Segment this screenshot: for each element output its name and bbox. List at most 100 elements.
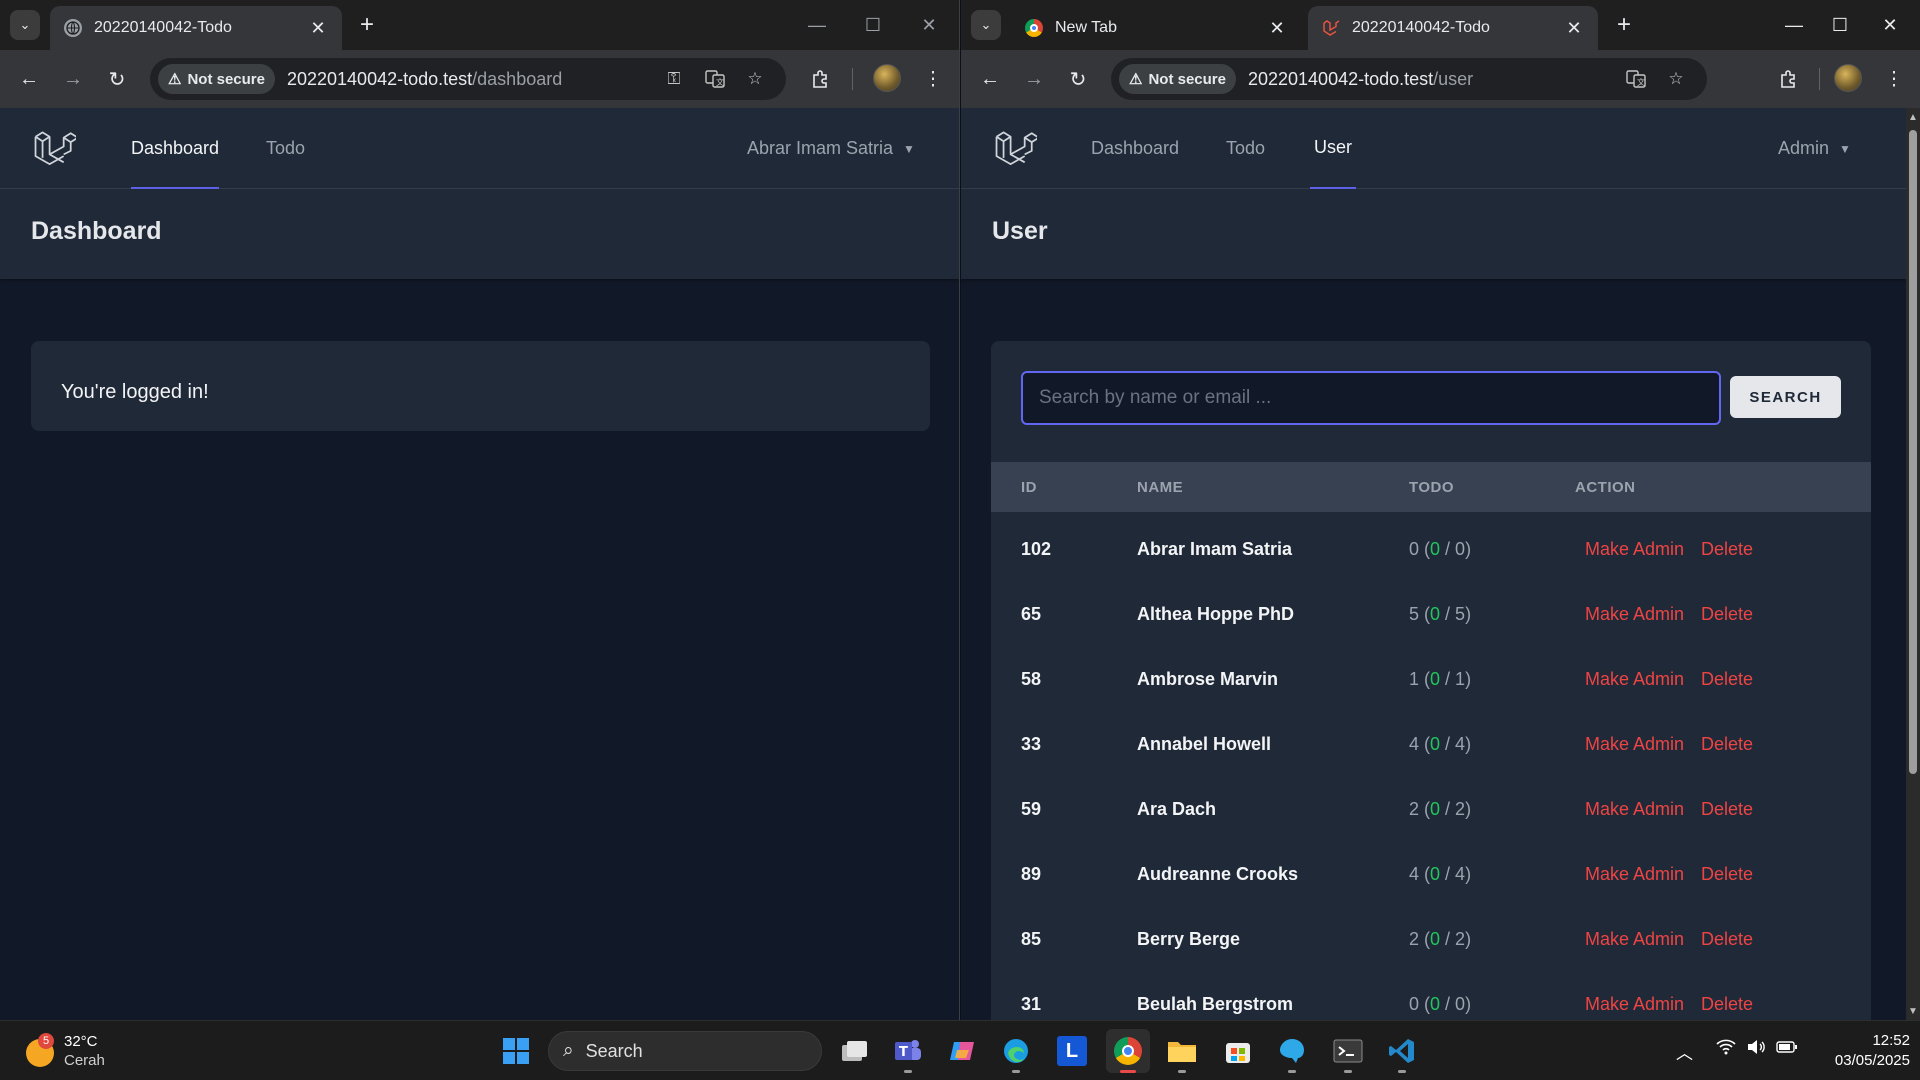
page-scrollbar[interactable]: ▲ ▼ xyxy=(1906,108,1920,1020)
new-tab-button[interactable]: + xyxy=(352,10,382,40)
nav-link-todo[interactable]: Todo xyxy=(266,108,305,189)
laravel-logo-icon[interactable] xyxy=(993,128,1037,172)
make-admin-link[interactable]: Make Admin xyxy=(1585,712,1684,777)
make-admin-link[interactable]: Make Admin xyxy=(1585,647,1684,712)
page-content: Dashboard Todo Abrar Imam Satria ▼ Dashb… xyxy=(0,108,959,1020)
close-window-button[interactable]: ✕ xyxy=(906,6,952,44)
browser-tab-newtab[interactable]: New Tab ✕ xyxy=(1011,6,1301,50)
maximize-button[interactable]: ☐ xyxy=(850,6,896,44)
vscode-icon[interactable] xyxy=(1380,1029,1424,1073)
cell-todo: 5 (0 / 5) xyxy=(1409,604,1472,624)
translate-icon[interactable]: 文 xyxy=(703,68,727,90)
todo-total: 2 xyxy=(1409,799,1420,819)
make-admin-link[interactable]: Make Admin xyxy=(1585,842,1684,907)
delete-link[interactable]: Delete xyxy=(1701,972,1753,1020)
chrome-taskbar-icon[interactable] xyxy=(1106,1029,1150,1073)
extensions-icon[interactable] xyxy=(806,64,836,94)
url-text: 20220140042-todo.test/dashboard xyxy=(287,69,562,90)
delete-link[interactable]: Delete xyxy=(1701,777,1753,842)
tab-search-button[interactable]: ⌄ xyxy=(10,10,40,40)
laravel-logo-icon[interactable] xyxy=(32,128,76,172)
profile-avatar[interactable] xyxy=(1834,64,1862,92)
task-view-icon[interactable] xyxy=(832,1029,876,1073)
user-dropdown[interactable]: Admin ▼ xyxy=(1778,108,1851,189)
security-chip[interactable]: ⚠ Not secure xyxy=(158,64,275,94)
forward-button[interactable]: → xyxy=(1019,64,1049,94)
scroll-up-arrow-icon[interactable]: ▲ xyxy=(1906,110,1920,124)
security-chip[interactable]: ⚠ Not secure xyxy=(1119,64,1236,94)
new-tab-button[interactable]: + xyxy=(1609,10,1639,40)
address-bar[interactable]: ⚠ Not secure 20220140042-todo.test/user … xyxy=(1111,58,1707,100)
wifi-icon[interactable] xyxy=(1716,1039,1736,1060)
running-indicator xyxy=(1178,1070,1186,1073)
teams-icon[interactable]: T xyxy=(886,1029,930,1073)
delete-link[interactable]: Delete xyxy=(1701,647,1753,712)
scrollbar-thumb[interactable] xyxy=(1909,130,1917,774)
file-explorer-icon[interactable] xyxy=(1160,1029,1204,1073)
minimize-button[interactable]: — xyxy=(1771,6,1817,44)
search-input[interactable] xyxy=(1021,371,1721,425)
make-admin-link[interactable]: Make Admin xyxy=(1585,517,1684,582)
cell-name: Annabel Howell xyxy=(1137,734,1272,754)
weather-widget[interactable]: 5 32°C Cerah xyxy=(24,1031,144,1071)
close-tab-icon[interactable]: ✕ xyxy=(1267,18,1287,39)
back-button[interactable]: ← xyxy=(975,64,1005,94)
nav-link-dashboard[interactable]: Dashboard xyxy=(131,108,220,189)
minimize-button[interactable]: — xyxy=(794,6,840,44)
l-app-icon[interactable]: L xyxy=(1050,1029,1094,1073)
back-button[interactable]: ← xyxy=(14,64,44,94)
scroll-down-arrow-icon[interactable]: ▼ xyxy=(1906,1004,1920,1018)
delete-link[interactable]: Delete xyxy=(1701,582,1753,647)
make-admin-link[interactable]: Make Admin xyxy=(1585,972,1684,1020)
copilot-icon[interactable] xyxy=(940,1029,984,1073)
make-admin-link[interactable]: Make Admin xyxy=(1585,582,1684,647)
delete-link[interactable]: Delete xyxy=(1701,842,1753,907)
page-title: Dashboard xyxy=(31,217,162,245)
column-header-todo: TODO xyxy=(1409,478,1455,496)
delete-link[interactable]: Delete xyxy=(1701,517,1753,582)
nav-link-dashboard[interactable]: Dashboard xyxy=(1091,108,1179,189)
close-window-button[interactable]: ✕ xyxy=(1867,6,1913,44)
reload-button[interactable]: ↻ xyxy=(102,64,132,94)
bookmark-star-icon[interactable]: ☆ xyxy=(1664,68,1688,90)
microsoft-store-icon[interactable] xyxy=(1216,1029,1260,1073)
key-icon[interactable]: ⚿ xyxy=(662,68,686,90)
bookmark-star-icon[interactable]: ☆ xyxy=(743,68,767,90)
profile-avatar[interactable] xyxy=(873,64,901,92)
forward-button[interactable]: → xyxy=(58,64,88,94)
user-dropdown[interactable]: Abrar Imam Satria ▼ xyxy=(747,108,915,189)
todo-done: 0 xyxy=(1430,604,1441,624)
nav-link-user[interactable]: User xyxy=(1310,108,1357,189)
system-clock[interactable]: 12:52 03/05/2025 xyxy=(1810,1031,1910,1071)
todo-all: 0 xyxy=(1455,539,1466,559)
tab-search-button[interactable]: ⌄ xyxy=(971,10,1001,40)
close-tab-icon[interactable]: ✕ xyxy=(1564,18,1584,39)
show-hidden-icons-chevron-icon[interactable]: ︿ xyxy=(1676,1039,1693,1064)
search-button[interactable]: SEARCH xyxy=(1730,376,1841,418)
close-tab-icon[interactable]: ✕ xyxy=(308,18,328,39)
volume-icon[interactable] xyxy=(1746,1039,1766,1060)
reload-button[interactable]: ↻ xyxy=(1063,64,1093,94)
make-admin-link[interactable]: Make Admin xyxy=(1585,907,1684,972)
delete-link[interactable]: Delete xyxy=(1701,712,1753,777)
browser-tab-todo[interactable]: 20220140042-Todo ✕ xyxy=(1308,6,1598,50)
start-button[interactable] xyxy=(494,1029,538,1073)
taskbar-search[interactable]: ⌕ Search xyxy=(548,1031,822,1071)
browser-tab[interactable]: 20220140042-Todo ✕ xyxy=(50,6,342,50)
address-bar[interactable]: ⚠ Not secure 20220140042-todo.test/dashb… xyxy=(150,58,786,100)
terminal-icon[interactable] xyxy=(1326,1029,1370,1073)
edge-icon[interactable] xyxy=(994,1029,1038,1073)
make-admin-link[interactable]: Make Admin xyxy=(1585,777,1684,842)
todo-all: 4 xyxy=(1455,864,1466,884)
tab-strip: ⌄ 20220140042-Todo ✕ + — ☐ ✕ xyxy=(0,0,959,50)
menu-kebab-icon[interactable]: ⋮ xyxy=(1879,64,1909,94)
menu-kebab-icon[interactable]: ⋮ xyxy=(918,64,948,94)
translate-icon[interactable]: 文 xyxy=(1624,68,1648,90)
battery-icon[interactable] xyxy=(1776,1039,1798,1060)
page-header: Dashboard xyxy=(0,189,959,279)
delete-link[interactable]: Delete xyxy=(1701,907,1753,972)
blue-app-icon[interactable] xyxy=(1270,1029,1314,1073)
extensions-icon[interactable] xyxy=(1774,64,1804,94)
nav-link-todo[interactable]: Todo xyxy=(1226,108,1265,189)
maximize-button[interactable]: ☐ xyxy=(1817,6,1863,44)
